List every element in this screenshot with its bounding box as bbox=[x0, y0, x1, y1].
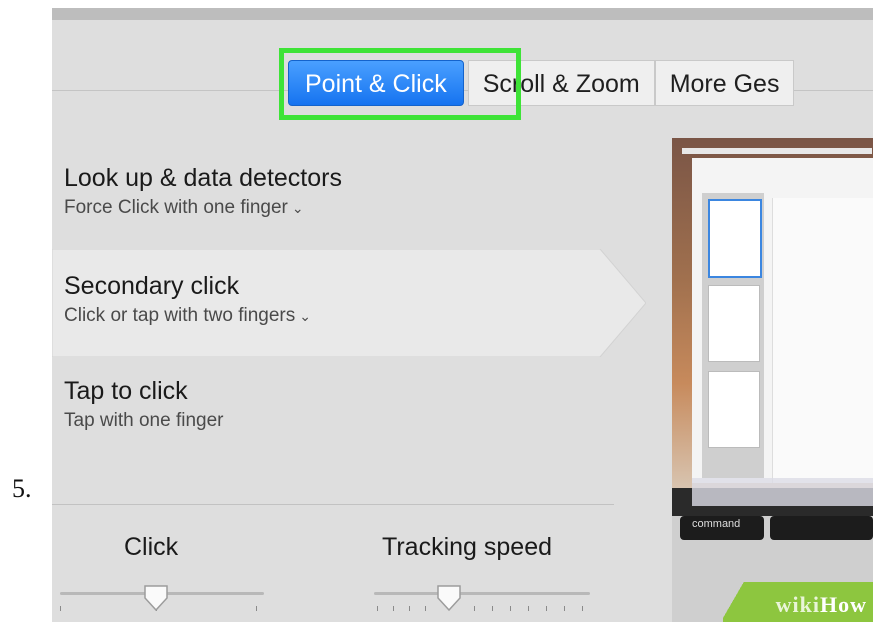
slider-tick bbox=[564, 606, 565, 611]
preview-page-thumbnail bbox=[708, 371, 760, 448]
preview-menubar bbox=[682, 148, 872, 154]
preview-dock bbox=[692, 478, 873, 506]
chevron-down-icon: ⌄ bbox=[291, 200, 304, 216]
option-subtitle: Click or tap with two fingers bbox=[64, 305, 296, 326]
option-subtitle: Force Click with one finger bbox=[64, 197, 288, 218]
preview-page-thumbnail bbox=[708, 199, 762, 278]
slider-tick bbox=[492, 606, 493, 611]
step-number: 5. bbox=[12, 474, 32, 503]
slider-thumb-icon[interactable] bbox=[435, 584, 463, 612]
section-divider bbox=[52, 504, 614, 505]
option-title: Look up & data detectors bbox=[64, 164, 342, 192]
preview-command-key-label: command bbox=[692, 518, 741, 530]
slider-tick bbox=[409, 606, 410, 611]
option-secondary-click[interactable]: Secondary click Click or tap with two fi… bbox=[64, 271, 311, 329]
slider-tick bbox=[474, 606, 475, 611]
slider-tick bbox=[546, 606, 547, 611]
slider-tick bbox=[528, 606, 529, 611]
option-title: Tap to click bbox=[64, 377, 188, 405]
slider-tick bbox=[377, 606, 378, 611]
gesture-preview-video: command bbox=[672, 138, 873, 622]
slider-tick bbox=[393, 606, 394, 611]
preview-key bbox=[770, 516, 873, 540]
tracking-speed-slider-track[interactable] bbox=[374, 592, 590, 595]
chevron-down-icon: ⌄ bbox=[299, 308, 311, 324]
slider-tick bbox=[256, 606, 257, 611]
option-look-up[interactable]: Look up & data detectors Force Click wit… bbox=[64, 163, 342, 221]
option-dropdown[interactable]: Force Click with one finger ⌄ bbox=[64, 195, 342, 221]
slider-tick bbox=[510, 606, 511, 611]
tracking-speed-label: Tracking speed bbox=[382, 533, 552, 561]
wikihow-watermark: wikiHow bbox=[723, 582, 873, 622]
preview-page-thumbnail bbox=[708, 285, 760, 362]
tab-highlight-box bbox=[279, 48, 521, 120]
option-subtitle: Tap with one finger bbox=[64, 410, 224, 431]
option-tap-to-click[interactable]: Tap to click Tap with one finger bbox=[64, 376, 224, 434]
preview-document-page bbox=[772, 198, 873, 483]
click-slider-label: Click bbox=[124, 533, 179, 561]
window-top-edge bbox=[52, 8, 873, 20]
slider-tick bbox=[425, 606, 426, 611]
slider-tick bbox=[60, 606, 61, 611]
slider-tick bbox=[582, 606, 583, 611]
option-title: Secondary click bbox=[64, 272, 240, 300]
preview-page-thumbnails bbox=[702, 193, 764, 478]
tab-more-gestures[interactable]: More Ges bbox=[654, 60, 795, 106]
slider-thumb-icon[interactable] bbox=[142, 584, 170, 612]
option-dropdown[interactable]: Click or tap with two fingers ⌄ bbox=[64, 303, 311, 329]
wikihow-logo: wikiHow bbox=[775, 592, 867, 617]
